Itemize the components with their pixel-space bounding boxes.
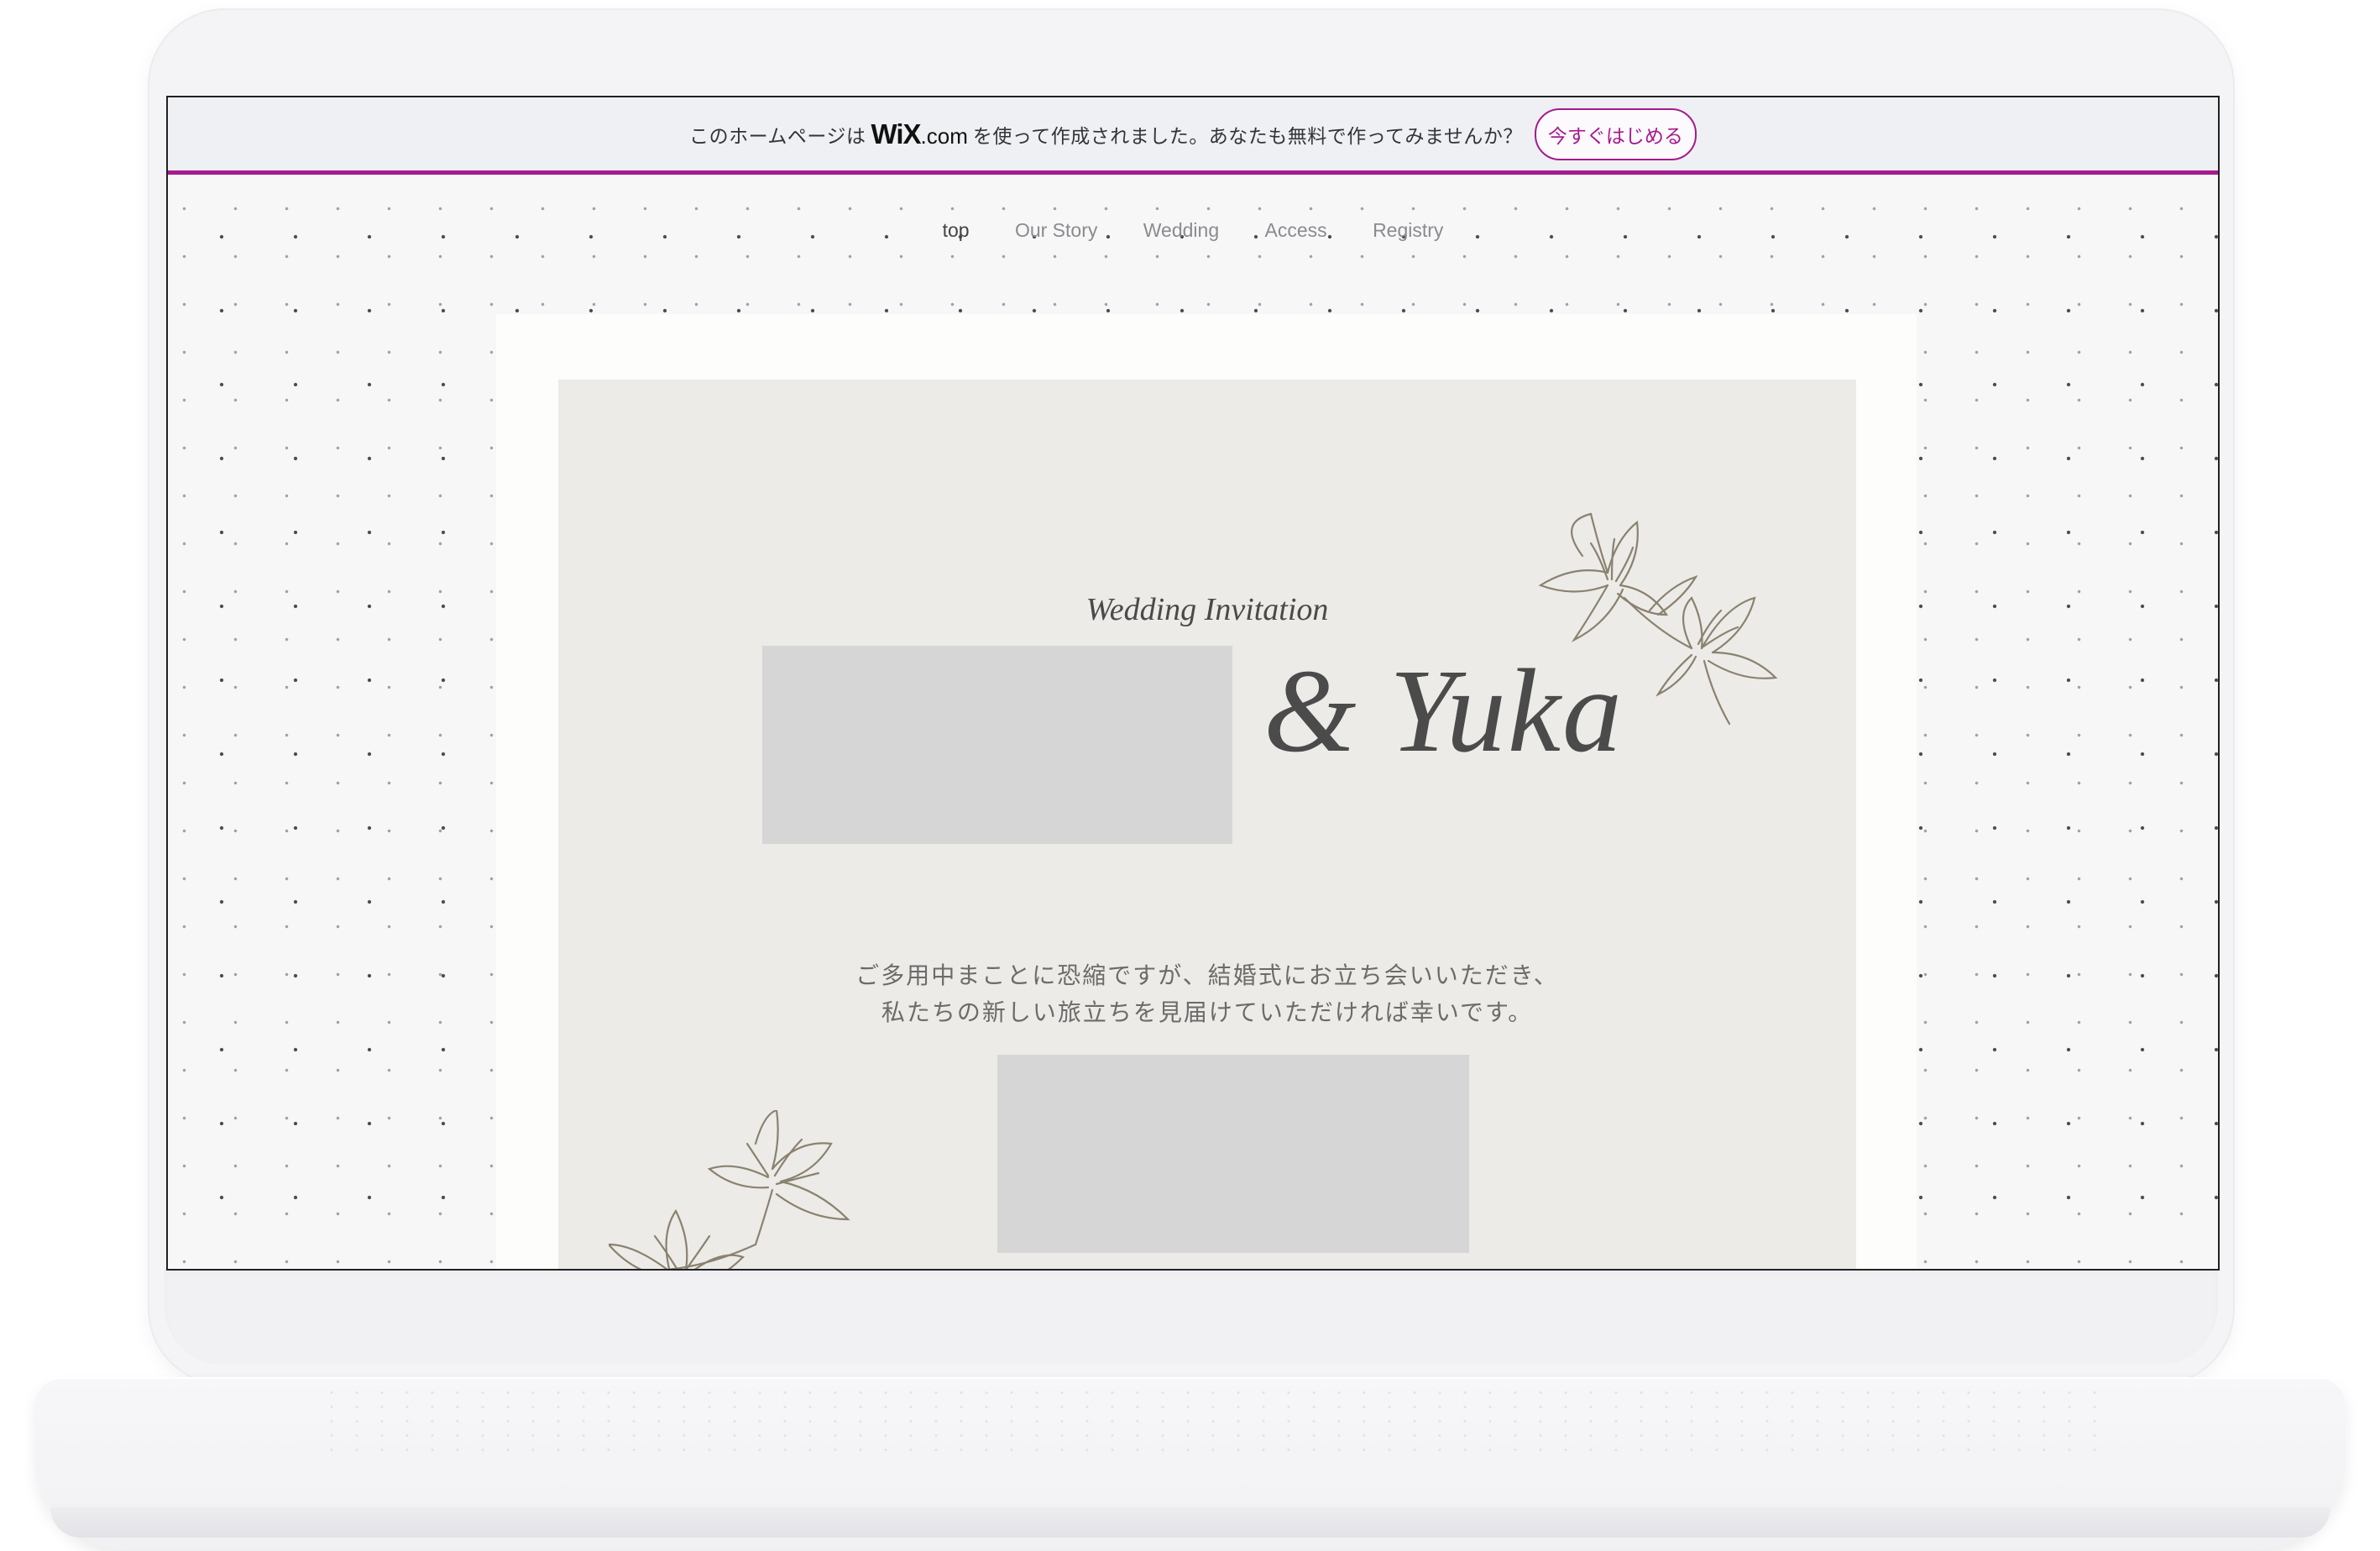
wix-logo[interactable]: WiX.com bbox=[871, 118, 967, 150]
venue-photo-placeholder bbox=[997, 1055, 1469, 1253]
invitation-message: ご多用中まことに恐縮ですが、結婚式にお立ち会いいただき、 私たちの新しい旅立ちを… bbox=[558, 957, 1856, 1031]
invitation-card: Wedding Invitation & Yuka ご多用中まことに恐縮ですが、… bbox=[558, 380, 1856, 1269]
banner-text-after: を使って作成されました。あなたも無料で作ってみませんか？ bbox=[972, 124, 1523, 147]
wix-logo-text: WiX bbox=[871, 118, 921, 149]
laptop-keyboard bbox=[319, 1386, 2107, 1458]
wix-logo-dotcom: .com bbox=[920, 123, 968, 149]
laptop-base-lip bbox=[50, 1507, 2330, 1538]
nav-item-registry[interactable]: Registry bbox=[1373, 219, 1443, 242]
nav-item-wedding[interactable]: Wedding bbox=[1143, 219, 1219, 242]
nav-item-our-story[interactable]: Our Story bbox=[1015, 219, 1097, 242]
lily-flower-icon bbox=[609, 1110, 850, 1269]
nav-item-access[interactable]: Access bbox=[1265, 219, 1327, 242]
wix-promo-banner: このホームページは WiX.com を使って作成されました。あなたも無料で作って… bbox=[168, 97, 2218, 175]
message-line-2: 私たちの新しい旅立ちを見届けていただければ幸いです。 bbox=[881, 998, 1534, 1026]
site-nav: top Our Story Wedding Access Registry bbox=[168, 219, 2218, 242]
lily-flower-icon bbox=[1538, 512, 1778, 726]
laptop-screen: このホームページは WiX.com を使って作成されました。あなたも無料で作って… bbox=[166, 96, 2220, 1271]
start-now-button[interactable]: 今すぐはじめる bbox=[1534, 107, 1697, 160]
banner-text-before: このホームページは bbox=[689, 124, 866, 147]
couple-photo-placeholder bbox=[762, 646, 1232, 844]
nav-item-top[interactable]: top bbox=[943, 219, 970, 242]
message-line-1: ご多用中まことに恐縮ですが、結婚式にお立ち会いいただき、 bbox=[855, 962, 1559, 989]
laptop-lid-chin bbox=[165, 1268, 2218, 1365]
content-column: Wedding Invitation & Yuka ご多用中まことに恐縮ですが、… bbox=[496, 314, 1917, 1269]
